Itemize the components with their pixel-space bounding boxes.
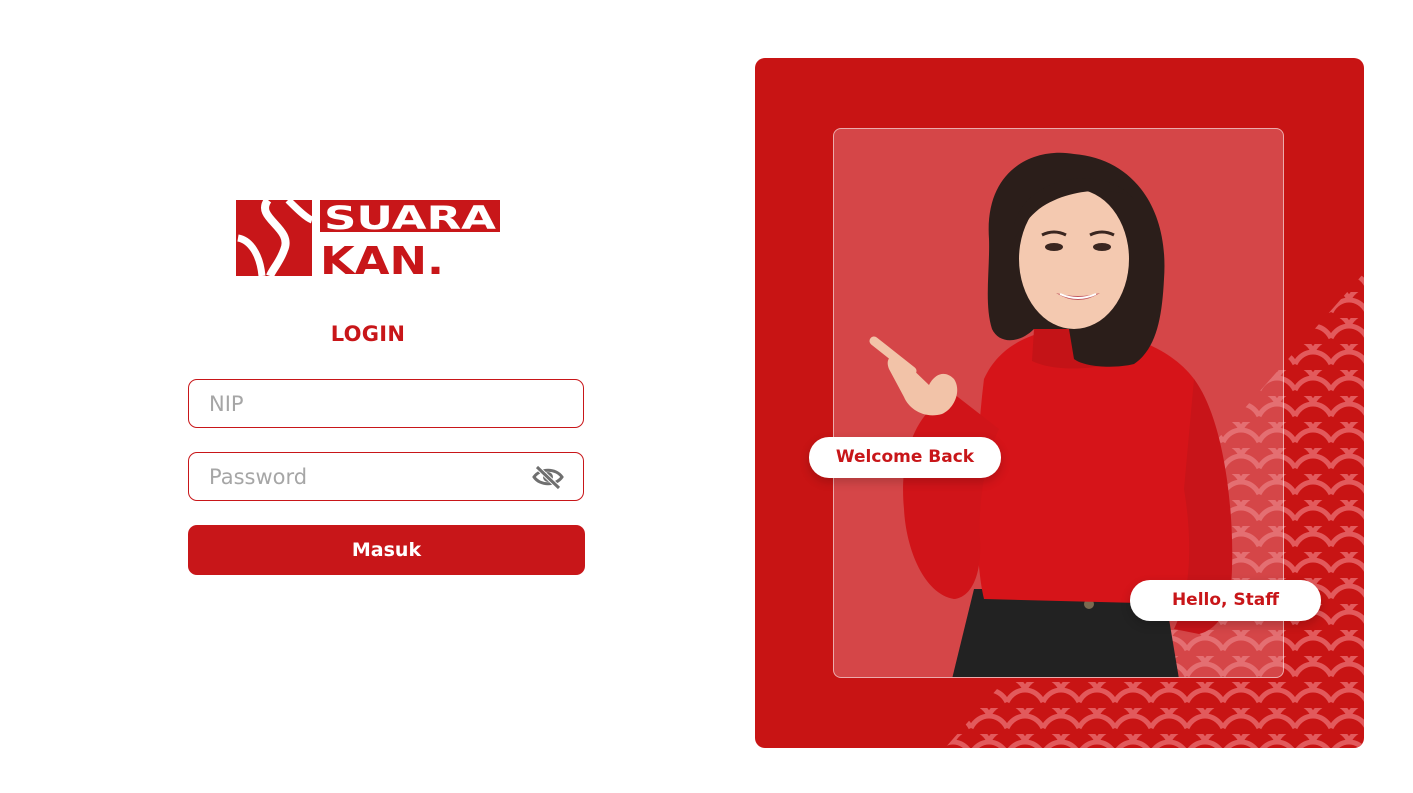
hello-staff-badge: Hello, Staff: [1130, 580, 1321, 621]
password-input[interactable]: [189, 453, 509, 500]
login-submit-button[interactable]: Masuk: [188, 525, 585, 575]
logo-text-line2: KAN.: [320, 239, 444, 278]
login-title: LOGIN: [330, 322, 406, 346]
hero-panel: [755, 58, 1364, 748]
welcome-back-badge: Welcome Back: [809, 437, 1001, 478]
nip-input[interactable]: [189, 380, 509, 427]
nip-field[interactable]: [188, 379, 584, 428]
password-field[interactable]: [188, 452, 584, 501]
logo-text-line1: SUARA: [324, 199, 496, 237]
brand-logo: SUARA KAN.: [236, 198, 504, 278]
eye-slash-icon[interactable]: [531, 464, 565, 490]
